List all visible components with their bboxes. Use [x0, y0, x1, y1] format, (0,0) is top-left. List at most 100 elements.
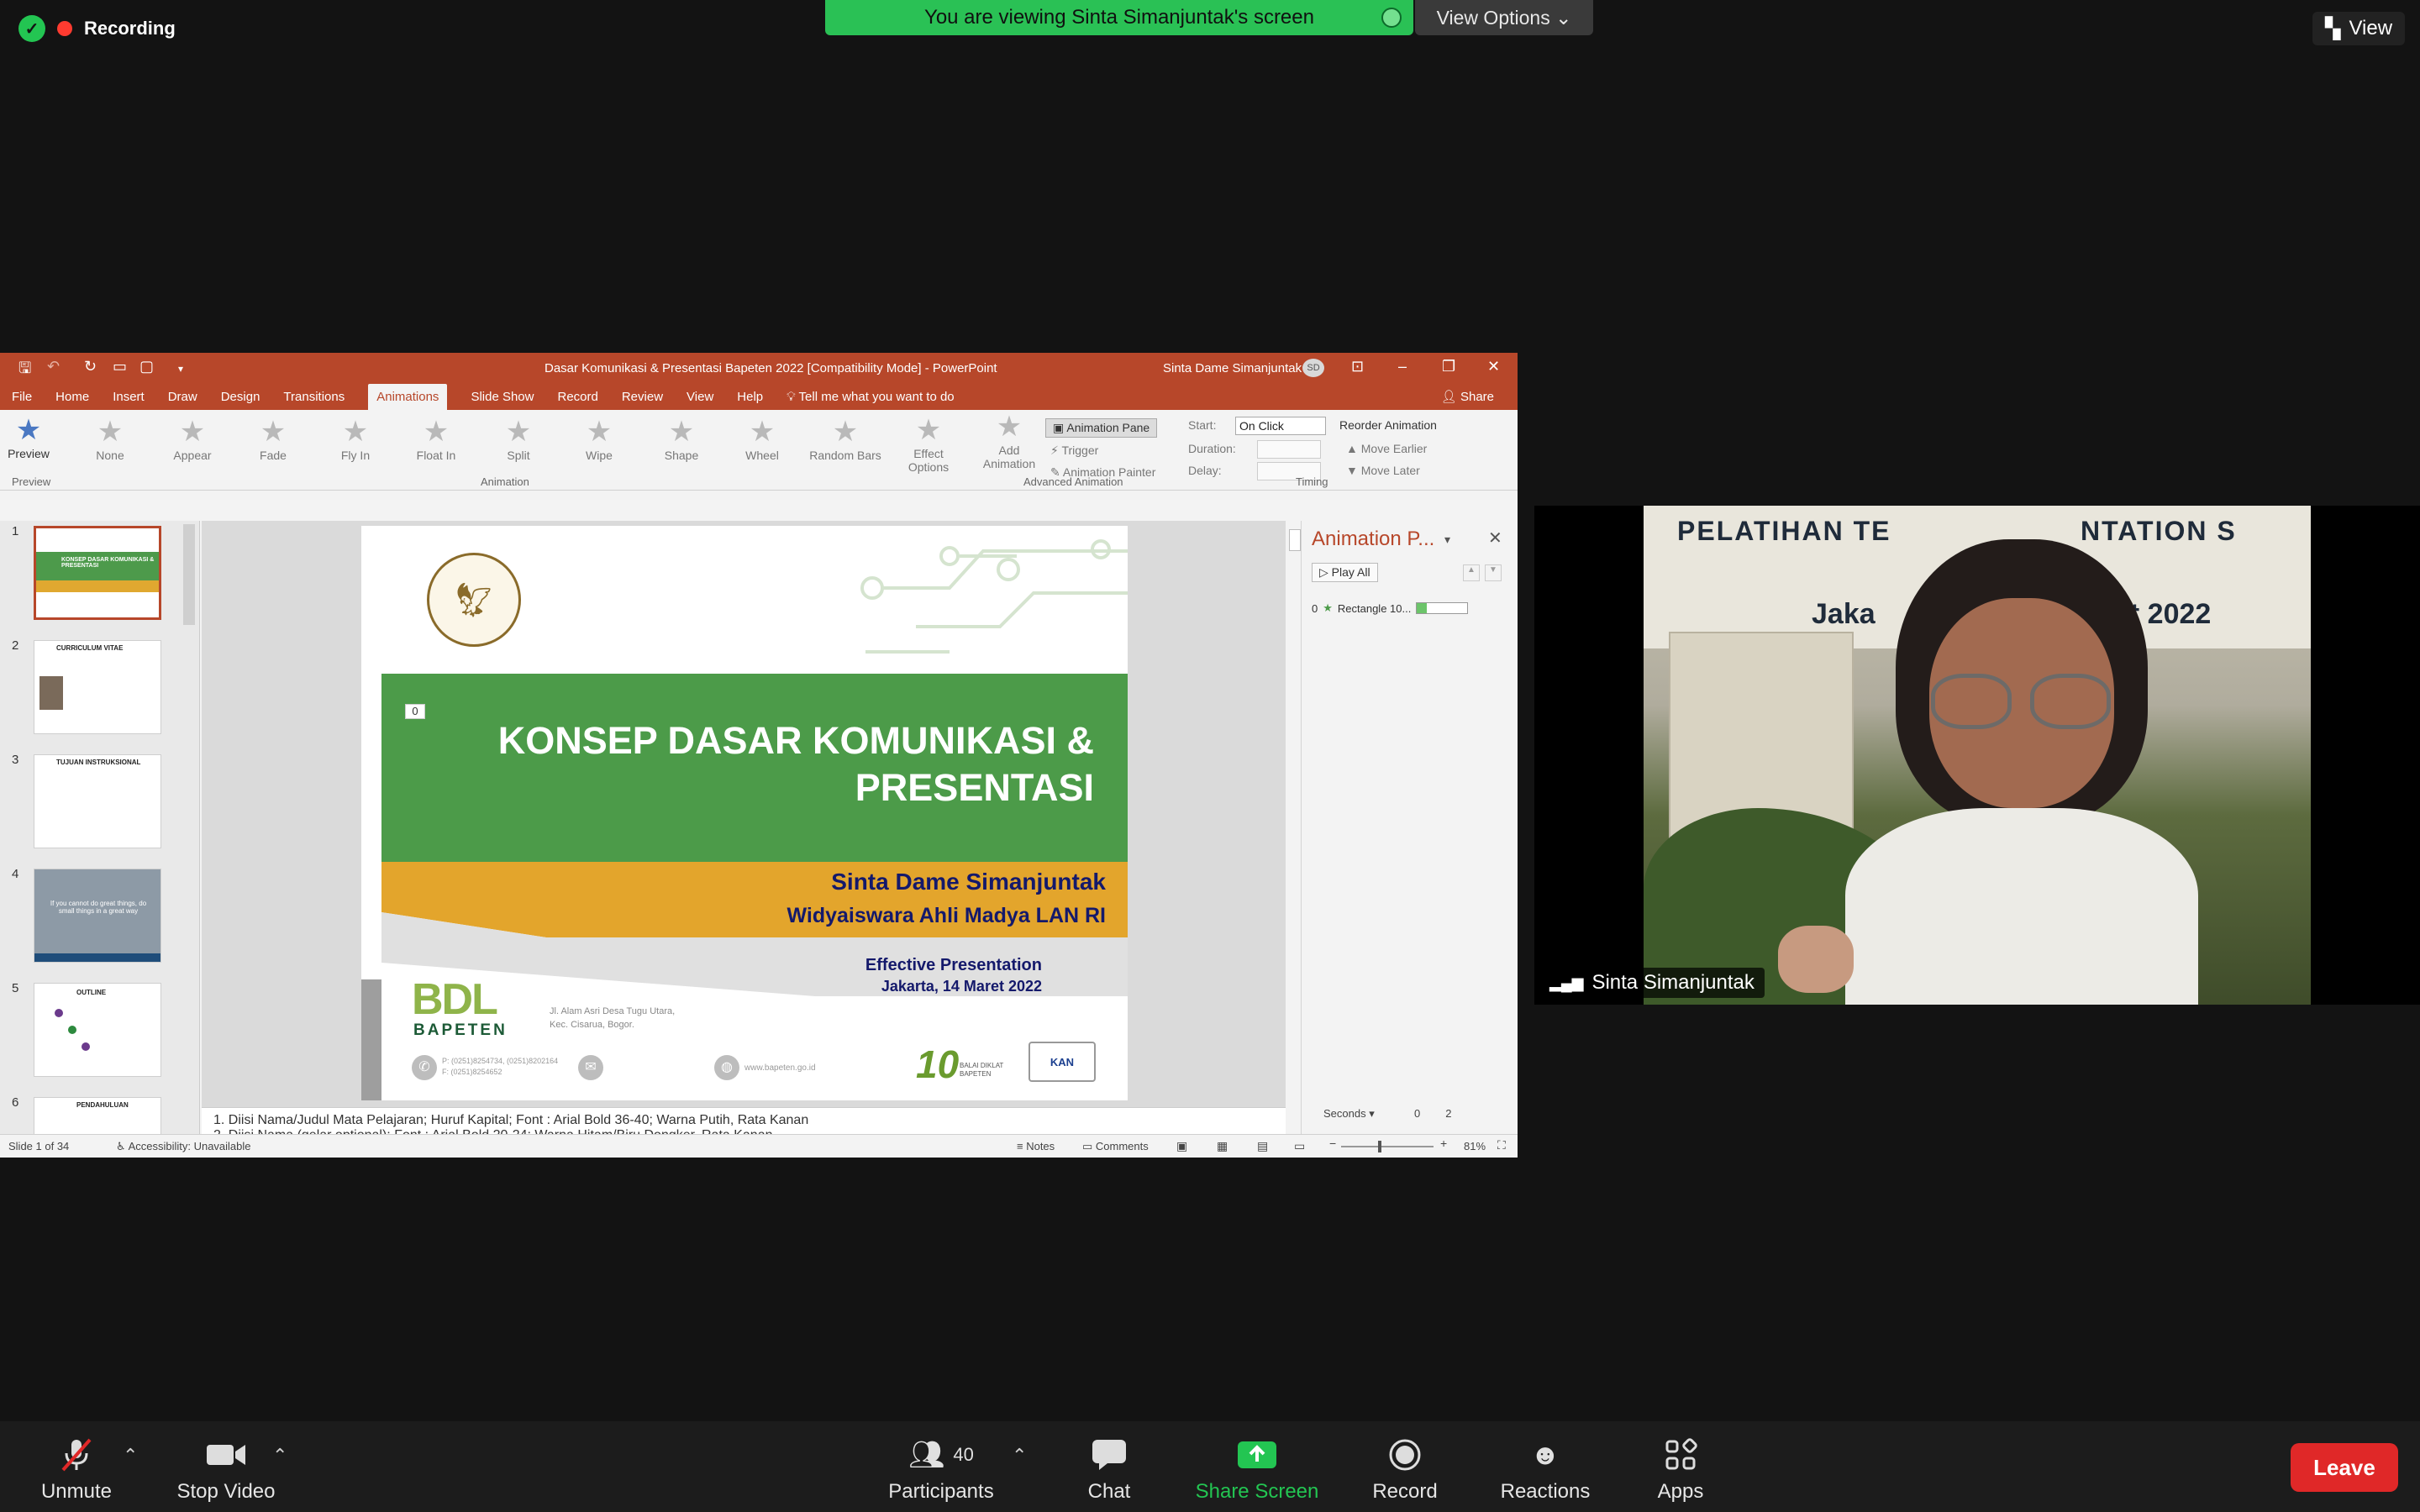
unmute-button[interactable]: Unmute: [40, 1438, 113, 1504]
event-date[interactable]: Jakarta, 14 Maret 2022: [881, 978, 1042, 995]
tab-design[interactable]: Design: [221, 390, 260, 410]
customize-qat-icon[interactable]: ▾: [178, 363, 183, 375]
tab-view[interactable]: View: [687, 390, 713, 410]
tab-review[interactable]: Review: [622, 390, 663, 410]
anim-fly-in[interactable]: ★ Fly In: [318, 415, 393, 462]
stop-video-button[interactable]: Stop Video: [171, 1438, 281, 1504]
slide-thumbnail-pane[interactable]: 1 KONSEP DASAR KOMUNIKASI & PRESENTASI 2…: [0, 521, 200, 1158]
anim-float-in[interactable]: ★ Float In: [398, 415, 474, 462]
redo-icon[interactable]: ↻: [84, 358, 97, 375]
apps-button[interactable]: Apps: [1647, 1438, 1714, 1504]
play-all-button[interactable]: ▷ Play All: [1312, 563, 1378, 582]
tab-insert[interactable]: Insert: [113, 390, 145, 410]
anim-fade[interactable]: ★ Fade: [235, 415, 311, 462]
fit-slide-icon[interactable]: ⛶: [1497, 1138, 1506, 1152]
screen-icon[interactable]: ▢: [139, 358, 154, 375]
slide-editor[interactable]: 🦅︎ 0 KONSEP DASAR KOMUNIKASI & PRESENTAS…: [202, 521, 1301, 1109]
thumbs-scrollbar[interactable]: [183, 524, 195, 625]
add-animation-button[interactable]: ★ Add Animation: [971, 410, 1047, 470]
anim-random-bars[interactable]: ★ Random Bars: [805, 415, 886, 462]
slide-thumb-1[interactable]: KONSEP DASAR KOMUNIKASI & PRESENTASI: [34, 526, 161, 620]
zoom-slider[interactable]: [1341, 1146, 1434, 1147]
star-icon: ★: [97, 416, 124, 448]
trigger-button[interactable]: ⚡︎ Trigger: [1050, 444, 1098, 458]
anim-wipe[interactable]: ★ Wipe: [561, 415, 637, 462]
anim-split[interactable]: ★ Split: [481, 415, 556, 462]
reading-view-icon[interactable]: ▤: [1257, 1139, 1268, 1153]
duration-field[interactable]: [1257, 440, 1321, 459]
zoom-level[interactable]: 81%: [1464, 1140, 1486, 1152]
tab-file[interactable]: File: [12, 390, 32, 410]
effect-options-button[interactable]: ★ Effect Options: [892, 413, 965, 474]
accessibility-status[interactable]: ♿︎ Accessibility: Unavailable: [116, 1140, 251, 1153]
slide-thumb-2[interactable]: CURRICULUM VITAE: [34, 640, 161, 734]
timeline-zoom[interactable]: 02: [1414, 1107, 1451, 1120]
undo-icon[interactable]: ↶: [47, 358, 60, 375]
minimize-icon[interactable]: –: [1398, 358, 1407, 375]
seconds-dropdown[interactable]: Seconds ▾: [1323, 1107, 1375, 1121]
animation-list-item[interactable]: 0 ★ Rectangle 10...: [1312, 601, 1469, 615]
normal-view-icon[interactable]: ▣: [1176, 1139, 1187, 1153]
anim-none[interactable]: ★ None: [72, 415, 148, 462]
move-later-button[interactable]: ▼ Move Later: [1346, 464, 1420, 477]
video-options-caret-icon[interactable]: ⌃: [272, 1445, 287, 1467]
view-button[interactable]: ▚ View: [2312, 12, 2405, 45]
preview-button[interactable]: ★ Preview: [0, 413, 66, 460]
share-button[interactable]: 👤︎ Share: [1441, 389, 1494, 410]
move-down-icon[interactable]: ▼: [1485, 564, 1502, 581]
user-name[interactable]: Sinta Dame Simanjuntak: [1163, 361, 1302, 375]
close-pane-icon[interactable]: ✕: [1488, 528, 1502, 549]
chat-button[interactable]: Chat: [1076, 1438, 1143, 1504]
ribbon-display-icon[interactable]: ⊡: [1351, 358, 1364, 375]
restore-icon[interactable]: ❐: [1442, 358, 1455, 375]
presenter-role[interactable]: Widyaiswara Ahli Madya LAN RI: [787, 904, 1107, 928]
zoom-out-icon[interactable]: −: [1329, 1137, 1336, 1150]
tab-help[interactable]: Help: [737, 390, 763, 410]
slide-thumb-4[interactable]: If you cannot do great things, do small …: [34, 869, 161, 963]
share-screen-button[interactable]: Share Screen: [1190, 1438, 1324, 1504]
record-button[interactable]: Record: [1365, 1438, 1445, 1504]
zoom-in-icon[interactable]: +: [1440, 1137, 1447, 1150]
slide-scrollbar-thumb[interactable]: [1289, 529, 1301, 551]
tab-slide-show[interactable]: Slide Show: [471, 390, 534, 410]
anim-shape[interactable]: ★ Shape: [644, 415, 719, 462]
tab-transitions[interactable]: Transitions: [283, 390, 345, 410]
presenter-name[interactable]: Sinta Dame Simanjuntak: [831, 869, 1106, 895]
participant-video[interactable]: PELATIHAN TE NTATION S Jaka et 2022 ▂▄▆ …: [1534, 506, 2420, 1005]
slide-thumb-5[interactable]: OUTLINE: [34, 983, 161, 1077]
notes-toggle[interactable]: ≡ Notes: [1017, 1140, 1055, 1152]
present-icon[interactable]: ▭: [113, 358, 127, 375]
tab-record[interactable]: Record: [557, 390, 597, 410]
recording-indicator[interactable]: ✓ Recording: [18, 15, 176, 42]
security-shield-icon[interactable]: ✓: [18, 15, 45, 42]
view-options-button[interactable]: View Options ⌄: [1415, 0, 1593, 35]
reactions-button[interactable]: ☻ Reactions: [1492, 1438, 1598, 1504]
avatar[interactable]: SD: [1302, 359, 1324, 377]
anim-appear[interactable]: ★ Appear: [155, 415, 230, 462]
zoom-slider-handle[interactable]: [1378, 1141, 1381, 1152]
slide-thumb-3[interactable]: TUJUAN INSTRUKSIONAL: [34, 754, 161, 848]
tell-me-box[interactable]: 💡︎ Tell me what you want to do: [786, 390, 955, 410]
participants-button[interactable]: 👥︎ 40 Participants: [882, 1438, 1000, 1504]
move-earlier-button[interactable]: ▲ Move Earlier: [1346, 442, 1427, 455]
start-dropdown[interactable]: On Click: [1235, 417, 1326, 435]
pane-options-icon[interactable]: ▾: [1444, 533, 1450, 547]
save-icon[interactable]: 🖫: [18, 358, 31, 383]
event-name[interactable]: Effective Presentation: [865, 956, 1042, 975]
leave-button[interactable]: Leave: [2291, 1443, 2398, 1492]
comments-toggle[interactable]: ▭ Comments: [1082, 1140, 1149, 1153]
slideshow-icon[interactable]: ▭: [1294, 1139, 1305, 1153]
anim-wheel[interactable]: ★ Wheel: [724, 415, 800, 462]
participants-caret-icon[interactable]: ⌃: [1012, 1445, 1027, 1467]
tab-home[interactable]: Home: [55, 390, 89, 410]
tab-draw[interactable]: Draw: [168, 390, 197, 410]
audio-options-caret-icon[interactable]: ⌃: [123, 1445, 138, 1467]
tab-animations[interactable]: Animations: [368, 384, 448, 410]
move-up-icon[interactable]: ▲: [1463, 564, 1480, 581]
animation-pane-button[interactable]: ▣ Animation Pane: [1045, 418, 1158, 438]
slide-title[interactable]: KONSEP DASAR KOMUNIKASI & PRESENTASI: [498, 717, 1094, 811]
animation-tag[interactable]: 0: [405, 704, 425, 719]
current-slide[interactable]: 🦅︎ 0 KONSEP DASAR KOMUNIKASI & PRESENTAS…: [361, 526, 1128, 1100]
slide-sorter-icon[interactable]: ▦: [1217, 1139, 1228, 1153]
close-icon[interactable]: ✕: [1487, 358, 1500, 375]
